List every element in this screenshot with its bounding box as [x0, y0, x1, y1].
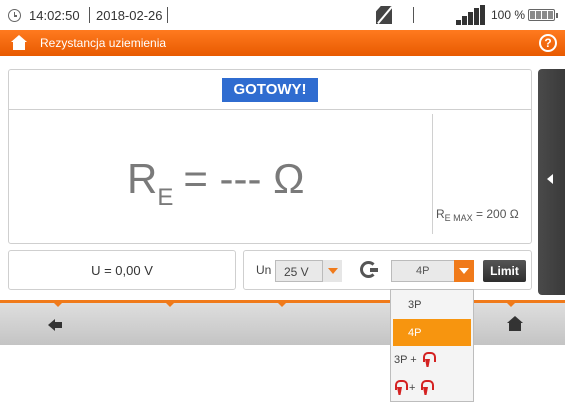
sd-card-icon [376, 6, 392, 24]
result-reading: = --- Ω [183, 155, 305, 202]
max-symbol: R [436, 207, 445, 221]
toolbar-notch [166, 303, 174, 307]
separator [89, 7, 90, 23]
help-icon[interactable]: ? [539, 34, 557, 52]
home-icon[interactable] [507, 316, 523, 332]
result-value: RE = --- Ω [127, 155, 305, 211]
voltage-select[interactable]: 25 V [275, 260, 342, 282]
date-display: 2018-02-26 [96, 8, 163, 23]
voltage-reading: U = 0,00 V [91, 263, 153, 278]
title-bar: Rezystancja uziemienia ? [0, 30, 565, 56]
result-subscript: E [157, 184, 174, 211]
voltage-select-value: 25 V [284, 265, 309, 279]
arrow-left-icon [547, 174, 553, 184]
method-select-value: 4P [416, 265, 430, 277]
signal-icon [456, 5, 486, 25]
clamp-icon [421, 380, 434, 395]
side-panel-tab[interactable] [538, 69, 565, 295]
screen-title: Rezystancja uziemienia [40, 36, 167, 50]
option-label: 4P [408, 327, 422, 339]
back-icon[interactable] [48, 319, 62, 331]
un-label: Un [256, 263, 272, 277]
max-subscript: E MAX [444, 213, 473, 223]
chevron-down-icon[interactable] [322, 260, 342, 282]
clamp-icon[interactable] [360, 261, 378, 278]
toolbar-notch [507, 303, 515, 307]
method-dropdown: 3P 4P 3P + + [390, 289, 474, 402]
measurement-panel: GOTOWY! RE = --- Ω RE MAX = 200 Ω [8, 69, 532, 244]
home-icon[interactable] [11, 35, 27, 51]
option-label: 3P [408, 299, 422, 311]
max-value: = 200 Ω [476, 207, 519, 221]
status-badge: GOTOWY! [222, 78, 318, 102]
option-4p[interactable]: 4P [393, 319, 471, 346]
time-display: 14:02:50 [29, 8, 80, 23]
option-3p-clamp[interactable]: 3P + [391, 346, 473, 373]
divider [9, 109, 531, 110]
voltage-panel: U = 0,00 V [8, 250, 236, 290]
battery-icon [528, 9, 558, 21]
option-label: + [409, 382, 416, 394]
separator [167, 7, 168, 23]
option-3p[interactable]: 3P [391, 291, 473, 318]
status-bar: 14:02:50 2018-02-26 100 % [0, 0, 565, 30]
method-select[interactable]: 4P [391, 260, 474, 282]
option-two-clamps[interactable]: + [391, 374, 473, 401]
clock-icon [8, 9, 21, 22]
max-resistance-label: RE MAX = 200 Ω [436, 207, 519, 223]
chevron-down-icon[interactable] [454, 260, 474, 282]
divider [432, 114, 433, 234]
settings-panel: Un 25 V 4P Limit [243, 250, 532, 290]
option-label: 3P + [394, 354, 417, 366]
battery-percent: 100 % [491, 8, 526, 22]
toolbar-notch [278, 303, 286, 307]
result-symbol: R [127, 155, 158, 202]
separator [413, 7, 414, 23]
clamp-icon [395, 380, 408, 395]
clamp-icon [423, 352, 436, 367]
toolbar-notch [54, 303, 62, 307]
bottom-toolbar [0, 303, 565, 345]
limit-button[interactable]: Limit [483, 260, 526, 282]
